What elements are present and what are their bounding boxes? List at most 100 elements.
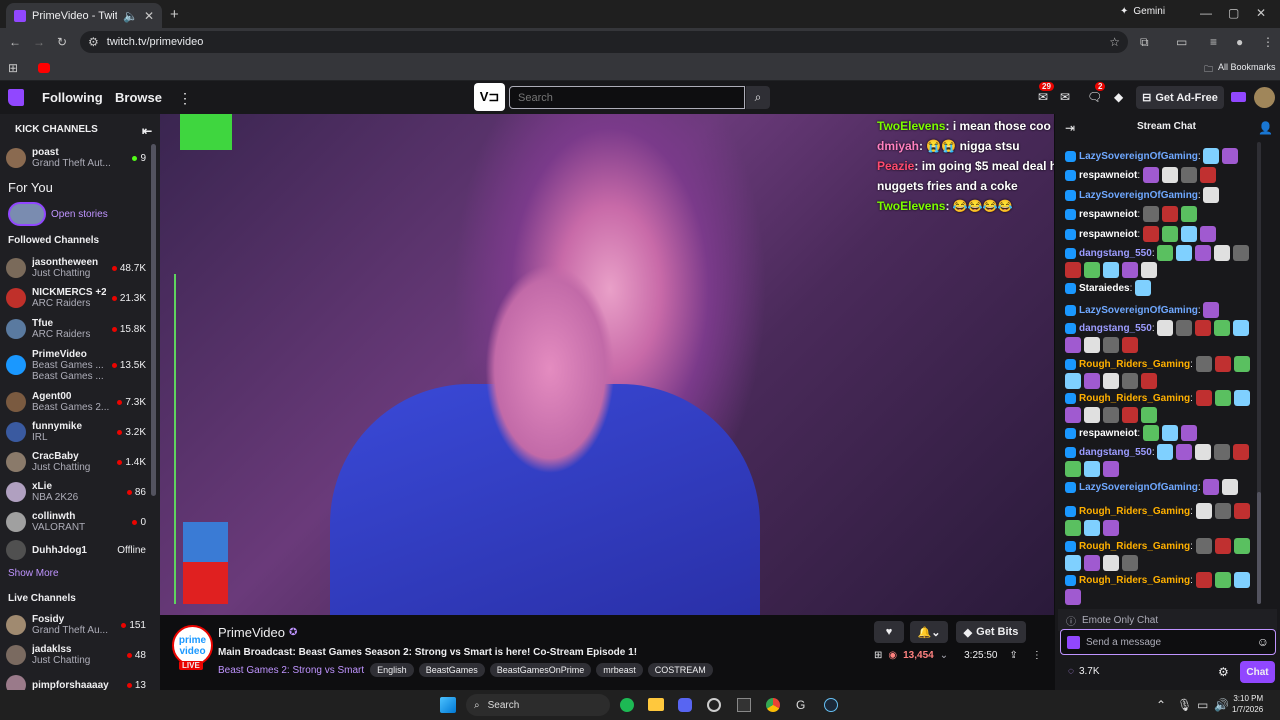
bits-icon[interactable]: ◆ [1114, 90, 1123, 104]
clock[interactable]: 3:10 PM 1/7/2026 [1232, 693, 1263, 715]
chat-send-button[interactable]: Chat [1240, 661, 1275, 683]
app-icon[interactable] [707, 698, 721, 712]
viewers-chevron-icon[interactable]: ⌄ [940, 650, 948, 661]
video-player[interactable]: Peazie: ONGGGGGGGGGGTwoElevens: i mean t… [160, 114, 1054, 615]
chat-username[interactable]: Staraiedes [1079, 283, 1130, 294]
taskbar-search[interactable]: ⌕ Search [466, 694, 610, 716]
inbox-button[interactable]: ✉ 29 [1038, 82, 1054, 104]
chat-username[interactable]: dangstang_550 [1079, 323, 1152, 334]
extensions-icon[interactable]: ⧉ [1140, 35, 1149, 50]
followed-channel-item[interactable]: jasontheween Just Chatting 48.7K [6, 254, 146, 282]
chat-username[interactable]: dangstang_550 [1079, 447, 1152, 458]
volume-icon[interactable]: 🔊 [1214, 698, 1229, 712]
media-icon[interactable]: ▭ [1176, 35, 1187, 49]
live-channel-item[interactable]: jadaklss Just Chatting 48 [6, 641, 146, 669]
notifications-button[interactable]: 🗨 2 [1087, 82, 1106, 104]
channel-name[interactable]: PrimeVideo [218, 625, 285, 640]
maximize-icon[interactable]: ▢ [1228, 6, 1239, 20]
followed-channel-item[interactable]: xLie NBA 2K26 86 [6, 478, 146, 506]
close-tab-icon[interactable]: ✕ [144, 9, 154, 23]
chat-username[interactable]: respawneiot [1079, 209, 1137, 220]
chat-username[interactable]: respawneiot [1079, 428, 1137, 439]
emote-picker-icon[interactable]: ☺ [1257, 635, 1269, 649]
notify-button[interactable]: 🔔⌄ [910, 621, 948, 643]
chat-username[interactable]: LazySovereignOfGaming [1079, 190, 1198, 201]
app-g-icon[interactable]: G [796, 698, 805, 712]
address-bar[interactable]: ⚙ twitch.tv/primevideo ☆ [80, 31, 1128, 53]
chat-username[interactable]: respawneiot [1079, 170, 1137, 181]
show-more-link[interactable]: Show More [8, 568, 59, 579]
followed-channel-item[interactable]: DuhhJdog1 Offline [6, 536, 146, 564]
live-channel-item[interactable]: Fosidy Grand Theft Au... 151 [6, 611, 146, 639]
more-menu-icon[interactable]: ⋮ [178, 90, 192, 107]
profile-icon[interactable]: ● [1236, 35, 1243, 49]
network-icon[interactable]: ▭ [1197, 698, 1208, 712]
new-tab-icon[interactable]: + [170, 6, 179, 23]
channel-points[interactable]: ◌ 3.7K [1068, 666, 1100, 677]
reload-icon[interactable]: ↻ [57, 35, 67, 49]
followed-channel-item[interactable]: PrimeVideo Beast Games ... Beast Games .… [6, 345, 146, 385]
steam-icon[interactable] [824, 698, 838, 712]
followed-channel-item[interactable]: funnymike IRL 3.2K [6, 418, 146, 446]
sidebar-scrollbar[interactable] [151, 144, 156, 496]
spotify-icon[interactable] [620, 698, 634, 712]
search-input[interactable] [509, 86, 745, 109]
users-icon[interactable]: 👤 [1258, 121, 1273, 135]
bookmark-star-icon[interactable]: ☆ [1109, 35, 1120, 49]
extension-logo-icon[interactable]: V⊐ [474, 83, 505, 111]
stream-tag[interactable]: BeastGames [418, 663, 485, 677]
follow-button[interactable]: ♥ [874, 621, 904, 643]
prime-icon[interactable] [1231, 92, 1246, 102]
chrome-icon[interactable] [766, 698, 780, 712]
gemini-button[interactable]: ✦ Gemini [1120, 6, 1165, 17]
epic-games-icon[interactable] [737, 698, 751, 712]
chat-scrollbar[interactable] [1257, 142, 1261, 604]
site-info-icon[interactable]: ⚙ [88, 35, 99, 49]
kick-channel-item[interactable]: poast Grand Theft Aut... 9 [6, 144, 146, 172]
stream-tag[interactable]: BeastGamesOnPrime [489, 663, 592, 677]
followed-channel-item[interactable]: CracBaby Just Chatting 1.4K [6, 448, 146, 476]
window-close-icon[interactable]: ✕ [1256, 6, 1266, 20]
nav-browse[interactable]: Browse [115, 90, 162, 105]
youtube-icon[interactable] [38, 63, 50, 73]
category-link[interactable]: Beast Games 2: Strong vs Smart [218, 665, 364, 676]
followed-channel-item[interactable]: Agent00 Beast Games 2... 7.3K [6, 388, 146, 416]
followed-channel-item[interactable]: NICKMERCS +2 ARC Raiders 21.3K [6, 284, 146, 312]
forward-icon[interactable]: → [33, 35, 45, 49]
chat-username[interactable]: Rough_Riders_Gaming [1079, 393, 1190, 404]
whispers-icon[interactable]: ✉ [1060, 90, 1070, 104]
chat-username[interactable]: Rough_Riders_Gaming [1079, 359, 1190, 370]
all-bookmarks[interactable]: 🗀 All Bookmarks [1204, 62, 1276, 78]
back-icon[interactable]: ← [9, 35, 21, 49]
chat-username[interactable]: Rough_Riders_Gaming [1079, 506, 1190, 517]
stream-tag[interactable]: COSTREAM [647, 663, 713, 677]
browser-tab[interactable]: PrimeVideo - Twitch 🔈 ✕ [6, 3, 162, 28]
collapse-chat-icon[interactable]: ⇥ [1065, 121, 1075, 135]
reading-list-icon[interactable]: ≡ [1210, 35, 1217, 49]
channel-avatar[interactable]: prime video [172, 625, 213, 666]
apps-icon[interactable]: ⊞ [8, 61, 18, 75]
open-stories[interactable]: Open stories [8, 202, 108, 226]
chat-username[interactable]: Rough_Riders_Gaming [1079, 575, 1190, 586]
menu-dots-icon[interactable]: ⋮ [1262, 35, 1274, 49]
followed-channel-item[interactable]: collinwth VALORANT 0 [6, 508, 146, 536]
chat-username[interactable]: dangstang_550 [1079, 248, 1152, 259]
chat-username[interactable]: Rough_Riders_Gaming [1079, 541, 1190, 552]
get-bits-button[interactable]: ◆ Get Bits [956, 621, 1026, 643]
discord-icon[interactable] [678, 698, 692, 712]
stream-tag[interactable]: mrbeast [596, 663, 643, 677]
nav-following[interactable]: Following [42, 90, 103, 105]
speaker-icon[interactable]: 🔈 [123, 9, 138, 23]
user-avatar[interactable] [1254, 87, 1275, 108]
chat-username[interactable]: LazySovereignOfGaming [1079, 151, 1198, 162]
chat-username[interactable]: LazySovereignOfGaming [1079, 305, 1198, 316]
start-icon[interactable] [440, 697, 456, 713]
mic-icon[interactable]: 🎙 [1177, 698, 1192, 712]
share-icon[interactable]: ⇪ [1009, 650, 1017, 661]
stream-tag[interactable]: English [370, 663, 414, 677]
sub-badge-icon[interactable] [1067, 635, 1080, 649]
tray-chevron-icon[interactable]: ⌃ [1156, 698, 1166, 712]
file-explorer-icon[interactable] [648, 698, 664, 711]
minimize-icon[interactable]: — [1200, 6, 1212, 20]
chat-settings-icon[interactable]: ⚙ [1218, 665, 1229, 679]
